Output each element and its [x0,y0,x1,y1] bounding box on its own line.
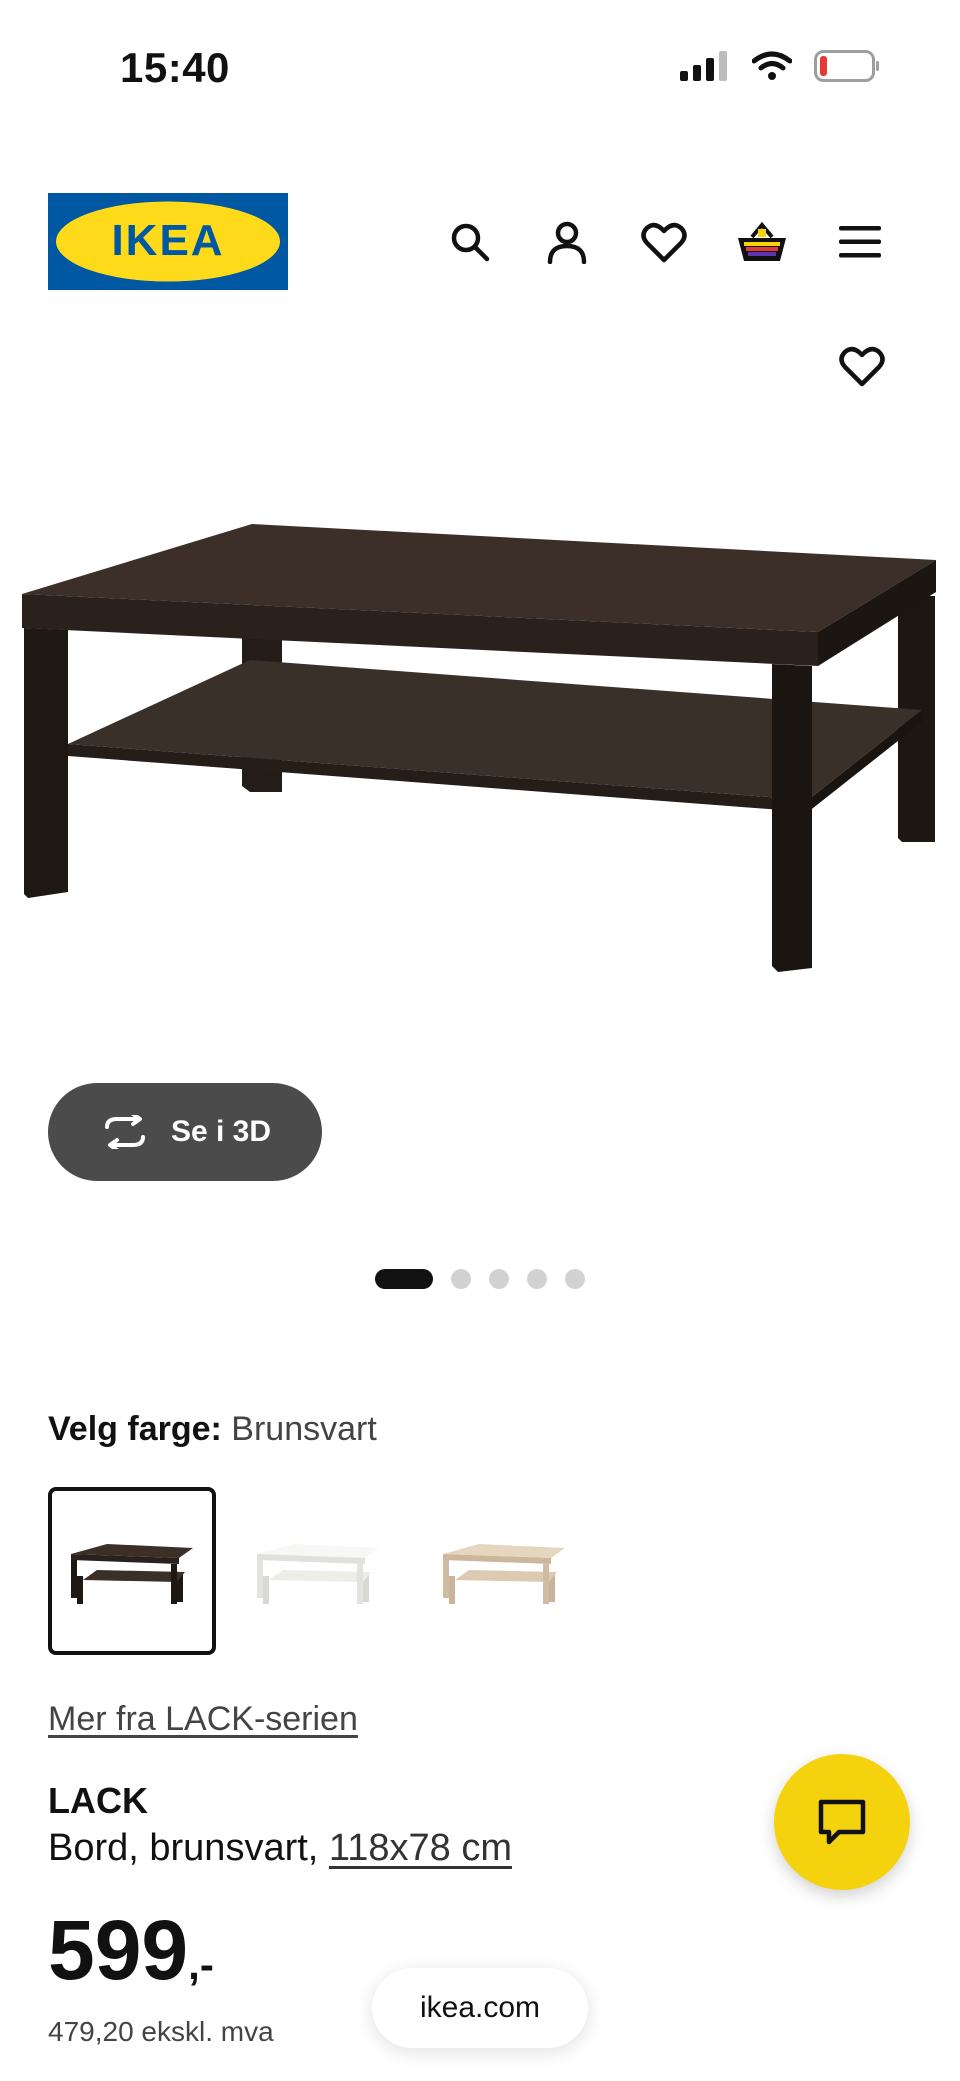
price-value: 599 [48,1903,189,1997]
page-dot-1[interactable] [375,1269,433,1289]
battery-icon [814,50,879,82]
status-time: 15:40 [120,44,230,91]
product-favorite-icon[interactable] [834,338,890,394]
menu-icon[interactable] [832,214,888,270]
rotate-3d-icon [104,1115,145,1149]
browser-address-pill[interactable]: ikea.com [372,1968,588,2048]
gallery-pagination [0,1268,960,1290]
swatch-white[interactable] [234,1487,402,1655]
account-icon[interactable] [539,214,595,270]
view-3d-button[interactable]: Se i 3D [48,1083,322,1181]
header-toolbar [0,214,960,270]
product-price: 599,- [48,1908,214,1992]
wishlist-icon[interactable] [636,214,692,270]
signal-icon [680,51,727,81]
chat-icon [818,1799,866,1845]
product-desc-text: Bord, brunsvart, [48,1827,329,1869]
product-dimensions-link[interactable]: 118x78 cm [329,1827,512,1869]
product-description: Bord, brunsvart, 118x78 cm [48,1827,512,1870]
swatch-brunsvart[interactable] [48,1487,216,1655]
color-label: Velg farge: [48,1410,222,1448]
page-dot-3[interactable] [489,1269,509,1289]
page-dot-5[interactable] [565,1269,585,1289]
product-name: LACK [48,1780,148,1821]
price-suffix: ,- [188,1941,214,1988]
swatch-white-stained-oak[interactable] [420,1487,588,1655]
color-selector-label: Velg farge: Brunsvart [48,1410,377,1449]
chat-button[interactable] [774,1754,910,1890]
wifi-icon [752,51,792,80]
search-icon[interactable] [442,214,498,270]
color-selected-value: Brunsvart [231,1410,377,1448]
product-image[interactable] [0,460,960,1080]
view-3d-label: Se i 3D [170,1115,272,1148]
series-link[interactable]: Mer fra LACK-serien [48,1700,358,1739]
page-dot-4[interactable] [527,1269,547,1289]
page-dot-2[interactable] [451,1269,471,1289]
basket-icon[interactable] [734,214,790,270]
price-ex-vat: 479,20 ekskl. mva [48,2016,274,2047]
color-swatches [48,1487,588,1655]
status-icons [680,50,880,82]
